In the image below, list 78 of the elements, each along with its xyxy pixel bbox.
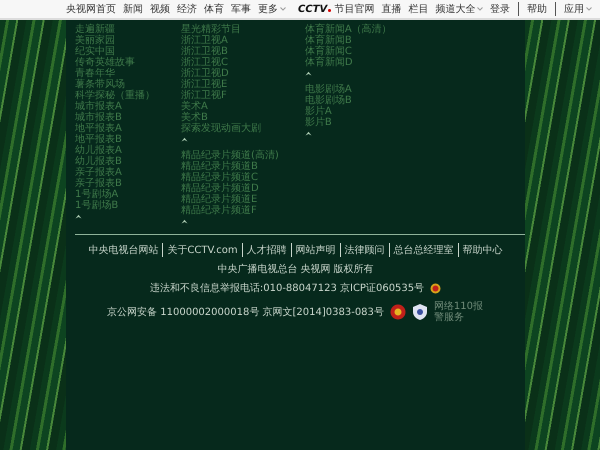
nav-link[interactable]: 节目官网 (334, 2, 374, 16)
channel-link[interactable]: 体育新闻D (304, 57, 353, 68)
report-hotline-text: 违法和不良信息举报电话:010-88047123 京ICP证060535号 (150, 282, 424, 295)
up-arrow-icon[interactable] (181, 137, 188, 142)
channel-link[interactable]: 浙江卫视D (181, 68, 229, 79)
channel-link[interactable]: 体育新闻A（高清） (304, 24, 392, 35)
footer-link[interactable]: 法律顾问 (340, 243, 385, 257)
shield-icon (412, 303, 428, 321)
channel-link[interactable]: 精品纪录片频道F (181, 205, 257, 216)
channel-link[interactable]: 幼儿报表B (75, 156, 122, 167)
channel-link[interactable]: 浙江卫视A (181, 35, 228, 46)
channel-link[interactable]: 精品纪录片频道(高清) (181, 150, 279, 161)
nav-link[interactable]: 栏目 (408, 2, 428, 16)
caret-icon (586, 7, 592, 11)
nav-link[interactable]: 登录 (490, 2, 510, 16)
emblem-icon (390, 303, 406, 321)
up-arrow-icon[interactable] (304, 131, 312, 136)
channel-link[interactable]: 精品纪录片频道C (181, 172, 258, 183)
channel-link[interactable]: 亲子报表B (75, 178, 122, 189)
license-text: 京公网安备 11000002000018号 京网文[2014]0383-083号 (107, 306, 384, 319)
channel-link[interactable]: 地平报表A (75, 123, 122, 134)
copyright-text: 中央广播电视总台 央视网 版权所有 (217, 262, 374, 276)
channel-link[interactable]: 传奇英雄故事 (75, 57, 135, 68)
nav-link[interactable]: 视频 (150, 2, 170, 16)
footer-link[interactable]: 总台总经理室 (388, 243, 454, 257)
nav-link[interactable]: 央视网首页 (66, 2, 116, 16)
channel-link[interactable]: 精品纪录片频道E (181, 194, 258, 205)
nav-link[interactable]: 新闻 (123, 2, 143, 16)
police-service-text[interactable]: 网络110报警服务 (434, 301, 484, 323)
nav-link[interactable]: 帮助 (518, 2, 547, 16)
channel-link[interactable]: 1号剧场B (75, 200, 118, 211)
channel-link[interactable]: 浙江卫视F (181, 90, 227, 101)
nav-link[interactable]: 直播 (381, 2, 402, 16)
footer-link[interactable]: 中央电视台网站 (88, 243, 158, 257)
channel-link[interactable]: 浙江卫视B (181, 46, 228, 57)
nav-link[interactable]: 频道大全 (435, 2, 484, 16)
nav-link[interactable]: 军事 (231, 2, 251, 16)
channel-link[interactable]: 精品纪录片频道B (181, 161, 258, 172)
up-arrow-icon[interactable] (304, 71, 312, 76)
channel-link[interactable]: 浙江卫视E (181, 79, 228, 90)
channel-link[interactable]: 精品纪录片频道D (181, 183, 259, 194)
channel-link[interactable]: 电影剧场B (304, 95, 352, 106)
channel-link[interactable]: 城市报表B (75, 112, 122, 123)
nav-link[interactable]: 经济 (177, 2, 197, 16)
channel-link[interactable]: 体育新闻B (304, 35, 352, 46)
footer-link[interactable]: 网站声明 (290, 243, 336, 257)
channel-link[interactable]: 1号剧场A (75, 189, 118, 200)
channel-link[interactable]: 体育新闻C (304, 46, 352, 57)
channel-link[interactable]: 影片A (304, 106, 332, 117)
channel-link[interactable]: 地平报表B (75, 134, 122, 145)
channel-link[interactable]: 美术A (181, 101, 208, 112)
channel-link[interactable]: 幼儿报表A (75, 145, 122, 156)
footer-link[interactable]: 人才招聘 (242, 243, 287, 257)
nav-link[interactable]: 更多 (258, 2, 286, 16)
footer-link[interactable]: 关于CCTV.com (162, 243, 238, 257)
channel-link[interactable]: 纪实中国 (75, 46, 115, 57)
footer-link[interactable]: 帮助中心 (458, 243, 503, 257)
channel-link[interactable]: 青春年华 (75, 68, 115, 79)
emblem-icon (430, 282, 442, 294)
channel-link[interactable]: 影片B (304, 117, 332, 128)
up-arrow-icon[interactable] (181, 219, 188, 224)
channel-link[interactable]: 亲子报表A (75, 167, 122, 178)
channel-link[interactable]: 美丽家园 (75, 35, 115, 46)
up-arrow-icon[interactable] (75, 214, 82, 219)
channel-link[interactable]: 探索发现动画大剧 (181, 123, 261, 134)
channel-link[interactable]: 走遍新疆 (75, 24, 115, 35)
caret-icon (477, 7, 484, 11)
channel-link[interactable]: 科学探秘（重播） (75, 90, 155, 101)
nav-link[interactable]: 体育 (204, 2, 224, 16)
channel-link[interactable]: 薯条带风场 (75, 79, 125, 90)
caret-icon (280, 7, 286, 11)
channel-link[interactable]: 电影剧场A (304, 84, 352, 95)
channel-link[interactable]: 星光精彩节目 (181, 24, 241, 35)
channel-link[interactable]: 城市报表A (75, 101, 122, 112)
channel-link[interactable]: 美术B (181, 112, 208, 123)
cctv-logo[interactable]: CCTV (298, 4, 332, 14)
channel-link[interactable]: 浙江卫视C (181, 57, 228, 68)
nav-link[interactable]: 应用 (555, 2, 592, 16)
